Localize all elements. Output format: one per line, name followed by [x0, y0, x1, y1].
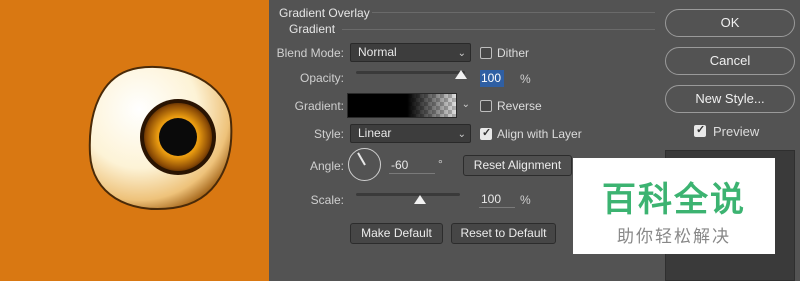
- reverse-label: Reverse: [497, 99, 542, 113]
- blend-mode-label: Blend Mode:: [276, 46, 344, 60]
- blend-mode-value: Normal: [358, 45, 397, 59]
- angle-input[interactable]: -60: [389, 157, 435, 174]
- reverse-checkbox[interactable]: [480, 100, 492, 112]
- cancel-button[interactable]: Cancel: [665, 47, 795, 75]
- angle-unit: °: [438, 157, 443, 171]
- dither-checkbox[interactable]: [480, 47, 492, 59]
- angle-needle: [357, 152, 366, 166]
- align-with-layer-checkbox[interactable]: [480, 126, 492, 140]
- scale-input[interactable]: 100: [479, 191, 515, 208]
- make-default-button[interactable]: Make Default: [350, 223, 443, 244]
- canvas-preview: [0, 0, 269, 281]
- scale-slider-track[interactable]: [356, 193, 460, 196]
- title-divider: [372, 12, 655, 13]
- section-title: Gradient: [289, 22, 336, 36]
- panel-title: Gradient Overlay: [279, 6, 370, 20]
- opacity-unit: %: [520, 72, 531, 86]
- gradient-swatch[interactable]: ⌄: [347, 93, 470, 118]
- watermark: 百科全说 助你轻松解决: [573, 158, 775, 254]
- reset-to-default-button[interactable]: Reset to Default: [451, 223, 556, 244]
- eye-illustration: [78, 62, 238, 212]
- watermark-title: 百科全说: [602, 180, 746, 220]
- opacity-slider-thumb[interactable]: [455, 70, 467, 79]
- opacity-label: Opacity:: [299, 71, 344, 85]
- preview-label: Preview: [713, 124, 760, 139]
- align-with-layer-label: Align with Layer: [497, 127, 582, 141]
- style-label: Style:: [313, 127, 344, 141]
- scale-unit: %: [520, 193, 531, 207]
- watermark-subtitle: 助你轻松解决: [617, 227, 731, 247]
- angle-label: Angle:: [309, 159, 344, 173]
- opacity-input[interactable]: 100: [480, 70, 504, 87]
- preview-checkbox[interactable]: [694, 123, 706, 137]
- chevron-down-icon[interactable]: ⌄: [462, 99, 470, 110]
- section-divider: [342, 29, 655, 30]
- reset-alignment-button[interactable]: Reset Alignment: [463, 155, 572, 176]
- gradient-label: Gradient:: [294, 99, 344, 113]
- chevron-down-icon: ⌄: [457, 48, 466, 59]
- scale-label: Scale:: [310, 193, 344, 207]
- opacity-slider-track[interactable]: [356, 71, 465, 74]
- ok-button[interactable]: OK: [665, 9, 795, 37]
- chevron-down-icon: ⌄: [457, 129, 466, 140]
- new-style-button[interactable]: New Style...: [665, 85, 795, 113]
- blend-mode-select[interactable]: Normal ⌄: [350, 43, 471, 62]
- style-select[interactable]: Linear ⌄: [350, 124, 471, 143]
- gradient-preview: [348, 94, 456, 117]
- style-value: Linear: [358, 126, 392, 140]
- eye-graphic: [88, 66, 233, 210]
- angle-dial[interactable]: [348, 148, 381, 181]
- dither-label: Dither: [497, 46, 530, 60]
- scale-slider-thumb[interactable]: [414, 195, 426, 204]
